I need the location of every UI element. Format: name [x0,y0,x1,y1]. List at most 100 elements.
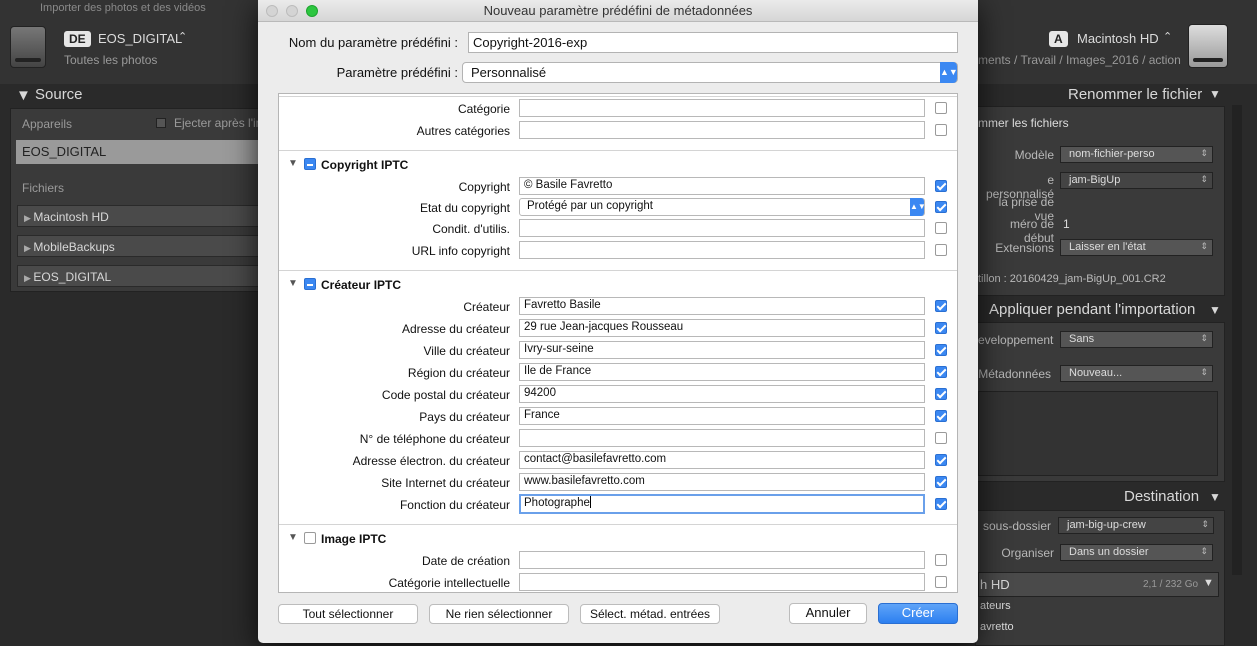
source-disk-icon[interactable] [10,26,46,68]
intellectual-genre-field[interactable] [519,573,925,591]
include-checkbox[interactable] [935,366,947,378]
metadata-label: Métadonnées [978,367,1051,381]
include-checkbox[interactable] [935,124,947,136]
volume-item[interactable]: ▶ Macintosh HD [17,205,260,227]
creator-region-field[interactable]: Ile de France [519,363,925,381]
keywords-area[interactable] [978,391,1218,476]
creator-field[interactable]: Favretto Basile [519,297,925,315]
destination-panel-title[interactable]: Destination [1124,488,1199,505]
creator-address-field[interactable]: 29 rue Jean-jacques Rousseau [519,319,925,337]
include-checkbox[interactable] [935,244,947,256]
collapse-triangle-icon[interactable]: ▼ [1209,490,1221,504]
include-checkbox[interactable] [935,410,947,422]
disclosure-triangle-icon[interactable]: ▼ [288,278,298,289]
chevron-updown-icon[interactable]: ⌃ [1163,30,1172,43]
image-section-title[interactable]: Image IPTC [321,532,386,546]
dest-badge: A [1049,31,1068,47]
creator-city-field[interactable]: Ivry-sur-seine [519,341,925,359]
date-created-field[interactable] [519,551,925,569]
creator-postal-code-field[interactable]: 94200 [519,385,925,403]
creator-country-field[interactable]: France [519,407,925,425]
field-label: Pays du créateur [419,410,510,424]
creator-phone-field[interactable] [519,429,925,447]
include-checkbox[interactable] [935,201,947,213]
include-checkbox[interactable] [935,432,947,444]
apply-panel-title[interactable]: Appliquer pendant l'importation [989,301,1195,318]
select-all-button[interactable]: Tout sélectionner [278,604,418,624]
dest-disk-icon[interactable] [1188,24,1228,68]
create-button[interactable]: Créer [878,603,958,624]
custom-text-field[interactable]: jam-BigUp [1060,172,1213,189]
field-label: Région du créateur [407,366,510,380]
field-label: N° de téléphone du créateur [359,432,510,446]
disclosure-triangle-icon[interactable]: ▼ [288,532,298,543]
creator-email-field[interactable]: contact@basilefavretto.com [519,451,925,469]
include-checkbox[interactable] [935,344,947,356]
dest-name[interactable]: Macintosh HD [1077,31,1159,46]
devices-label: Appareils [22,117,73,131]
collapse-triangle-icon[interactable]: ▼ [1209,87,1221,101]
preset-select[interactable]: Personnalisé ▲▼ [462,62,958,83]
rights-usage-field[interactable] [519,219,925,237]
collapse-triangle-icon[interactable]: ▼ [1203,577,1214,589]
include-checkbox[interactable] [935,322,947,334]
organize-select[interactable]: Dans un dossier [1060,544,1213,561]
field-label: Etat du copyright [419,201,510,215]
include-checkbox[interactable] [935,180,947,192]
cancel-button[interactable]: Annuler [789,603,867,624]
include-checkbox[interactable] [935,102,947,114]
model-select[interactable]: nom-fichier-perso [1060,146,1213,163]
source-panel-title[interactable]: Source [35,86,83,103]
copyright-url-field[interactable] [519,241,925,259]
rename-panel-title[interactable]: Renommer le fichier [1068,86,1202,103]
include-checkbox[interactable] [935,388,947,400]
include-checkbox[interactable] [935,554,947,566]
include-checkbox[interactable] [935,576,947,588]
include-checkbox[interactable] [935,300,947,312]
select-entered-button[interactable]: Sélect. métad. entrées [580,604,720,624]
include-checkbox[interactable] [935,498,947,510]
field-label: Autres catégories [416,124,510,138]
expand-triangle-icon: ▶ [24,213,34,223]
metadata-select[interactable]: Nouveau... [1060,365,1213,382]
collapse-triangle-icon[interactable]: ▼ [1209,303,1221,317]
select-none-button[interactable]: Ne rien sélectionner [429,604,569,624]
category-field[interactable] [519,99,925,117]
section-divider [279,524,957,525]
section-checkbox[interactable] [304,278,316,290]
dest-path: ments / Travail / Images_2016 / action [978,53,1181,67]
creator-website-field[interactable]: www.basilefavretto.com [519,473,925,491]
creator-job-title-field[interactable]: Photographe [519,494,925,514]
subfolder-field[interactable]: jam-big-up-crew [1058,517,1214,534]
volume-item[interactable]: ▶ EOS_DIGITAL [17,265,260,287]
other-categories-field[interactable] [519,121,925,139]
metadata-fields-list[interactable]: Catégorie Autres catégories ▼ Copyright … [278,93,958,593]
organize-label: Organiser [1001,546,1054,560]
include-checkbox[interactable] [935,476,947,488]
source-name[interactable]: EOS_DIGITAL [98,31,182,46]
develop-select[interactable]: Sans [1060,331,1213,348]
folder-item[interactable]: avretto [980,621,1014,633]
disclosure-triangle-icon[interactable]: ▼ [288,158,298,169]
copyright-status-select[interactable]: Protégé par un copyright ▲▼ [519,198,926,216]
section-checkbox[interactable] [304,532,316,544]
creator-section-title[interactable]: Créateur IPTC [321,278,401,292]
preset-name-field[interactable]: Copyright-2016-exp [468,32,958,53]
panel-scrollbar[interactable] [1232,105,1242,575]
volume-item[interactable]: ▶ MobileBackups [17,235,260,257]
field-label: Fonction du créateur [399,498,510,512]
section-checkbox[interactable] [304,158,316,170]
include-checkbox[interactable] [935,454,947,466]
field-label: Date de création [421,554,510,568]
start-number-value[interactable]: 1 [1063,217,1070,231]
device-item[interactable]: EOS_DIGITAL [16,140,260,164]
eject-checkbox[interactable] [156,118,166,128]
extensions-select[interactable]: Laisser en l'état [1060,239,1213,256]
files-label: Fichiers [22,181,65,195]
folder-item[interactable]: ateurs [980,600,1011,612]
collapse-triangle-icon[interactable]: ▼ [16,87,31,104]
copyright-field[interactable]: © Basile Favretto [519,177,925,195]
include-checkbox[interactable] [935,222,947,234]
copyright-section-title[interactable]: Copyright IPTC [321,158,408,172]
chevron-updown-icon[interactable]: ⌃ [178,30,187,43]
